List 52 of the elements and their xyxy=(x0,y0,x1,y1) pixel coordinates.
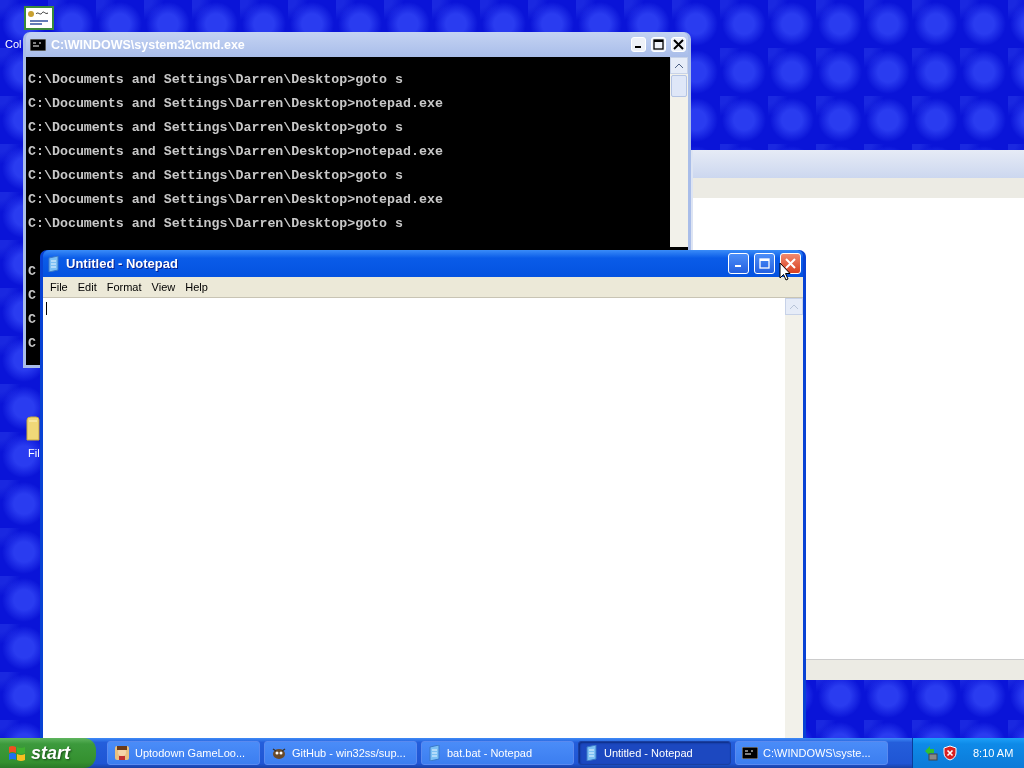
console-line: C xyxy=(28,311,36,329)
console-line: C:\Documents and Settings\Darren\Desktop>goto s xyxy=(28,215,405,233)
shield-icon[interactable] xyxy=(943,745,957,761)
minimize-button[interactable] xyxy=(631,37,646,52)
taskbar-button[interactable]: bat.bat - Notepad xyxy=(421,741,574,765)
maximize-button[interactable] xyxy=(651,37,666,52)
close-icon xyxy=(673,39,684,50)
window-title: C:\WINDOWS\system32\cmd.exe xyxy=(51,37,246,52)
menu-item[interactable]: Edit xyxy=(72,281,102,293)
icon-label: Col xyxy=(5,38,22,50)
taskbar-button[interactable]: GitHub - win32ss/sup... xyxy=(264,741,417,765)
menu-item[interactable]: View xyxy=(146,281,181,293)
close-button[interactable] xyxy=(671,37,686,52)
console-line: C:\Documents and Settings\Darren\Desktop>goto s xyxy=(28,167,405,185)
window-title: Untitled - Notepad xyxy=(66,256,179,271)
caret-up-icon xyxy=(790,304,798,309)
notepad-icon xyxy=(47,255,61,272)
console-line: C xyxy=(28,335,36,353)
notepad-icon xyxy=(428,745,442,761)
scrollbar[interactable] xyxy=(670,57,688,247)
console-line: C:\Documents and Settings\Darren\Desktop>notepad.exe xyxy=(28,143,444,161)
windows-flag-icon xyxy=(8,744,26,762)
console-line: C:\Documents and Settings\Darren\Desktop>notepad.exe xyxy=(28,95,444,113)
notepad-icon xyxy=(585,745,599,761)
console-icon xyxy=(30,38,46,51)
taskbar-button[interactable]: C:\WINDOWS\syste... xyxy=(735,741,888,765)
console-line: C:\Documents and Settings\Darren\Desktop>goto s xyxy=(28,71,405,89)
close-icon xyxy=(785,258,796,269)
console-icon xyxy=(742,747,758,759)
taskbar-button[interactable]: Uptodown GameLoo... xyxy=(107,741,260,765)
clock: 8:10 AM xyxy=(973,747,1014,759)
console-line: C:\Documents and Settings\Darren\Desktop>notepad.exe xyxy=(28,191,444,209)
certificate-icon[interactable] xyxy=(24,6,54,30)
caret-up-icon xyxy=(675,63,683,68)
taskbar-button[interactable]: Untitled - Notepad xyxy=(578,741,731,765)
folder-icon[interactable] xyxy=(26,416,40,442)
maximize-icon xyxy=(653,39,664,50)
scrollbar[interactable] xyxy=(785,298,803,738)
console-line: C:\Documents and Settings\Darren\Desktop>goto s xyxy=(28,119,405,137)
icon-label: Fil xyxy=(28,447,40,459)
menu-item[interactable]: Format xyxy=(101,281,147,293)
start-button[interactable]: start xyxy=(0,738,96,768)
console-line: C xyxy=(28,287,36,305)
network-icon[interactable] xyxy=(923,745,939,761)
mouse-pointer-icon xyxy=(779,262,791,281)
game-character-icon xyxy=(114,745,130,761)
scrollbar-thumb[interactable] xyxy=(671,75,687,97)
creature-icon xyxy=(271,746,287,760)
maximize-icon xyxy=(759,258,770,269)
console-line: C xyxy=(28,263,36,281)
menu-item[interactable]: File xyxy=(45,281,73,293)
menu-item[interactable]: Help xyxy=(180,281,213,293)
